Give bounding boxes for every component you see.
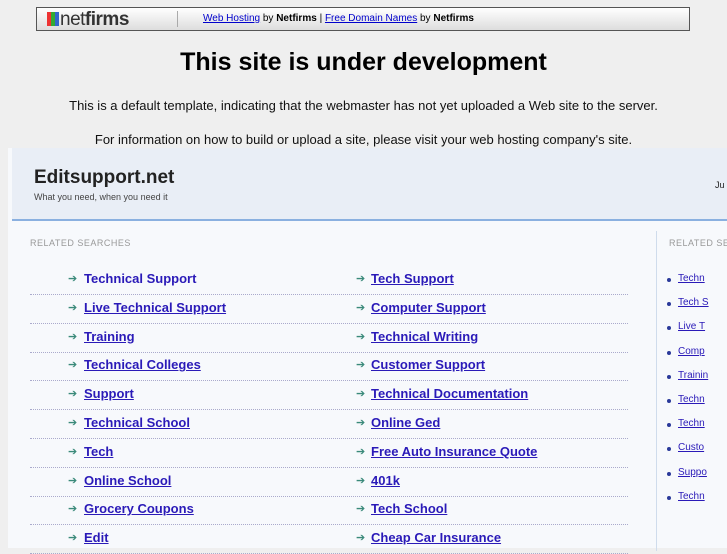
arrow-icon: ➔ bbox=[356, 388, 366, 401]
related-link[interactable]: Tech bbox=[84, 444, 113, 459]
column-divider bbox=[656, 231, 657, 551]
list-item: ➔ Tech ➔ Free Auto Insurance Quote bbox=[30, 439, 628, 468]
page-title: This site is under development bbox=[180, 48, 547, 76]
free-domain-names-link[interactable]: Free Domain Names bbox=[325, 13, 417, 24]
related-link[interactable]: Cheap Car Insurance bbox=[371, 530, 501, 545]
arrow-icon: ➔ bbox=[356, 301, 366, 314]
side-related-link[interactable]: Tech S bbox=[678, 297, 709, 308]
site-name[interactable]: Editsupport.net bbox=[34, 167, 174, 189]
arrow-icon: ➔ bbox=[356, 330, 366, 343]
related-searches-label-right: RELATED SE bbox=[669, 238, 727, 248]
side-related-link[interactable]: Techn bbox=[678, 491, 705, 502]
related-link[interactable]: Technical School bbox=[84, 415, 190, 430]
arrow-icon: ➔ bbox=[68, 417, 78, 429]
brand-text: Netfirms bbox=[433, 13, 474, 24]
list-item: ➔ Grocery Coupons ➔ Tech School bbox=[30, 496, 628, 526]
related-searches-label: RELATED SEARCHES bbox=[30, 238, 131, 248]
bullet-icon bbox=[667, 423, 671, 428]
arrow-icon: ➔ bbox=[68, 388, 78, 401]
by-text: by bbox=[262, 13, 274, 24]
arrow-icon: ➔ bbox=[68, 359, 78, 372]
related-link[interactable]: Live Technical Support bbox=[84, 300, 226, 315]
list-item: ➔ Edit ➔ Cheap Car Insurance bbox=[30, 525, 628, 554]
related-link[interactable]: Online School bbox=[84, 473, 171, 488]
related-link[interactable]: Computer Support bbox=[371, 300, 486, 315]
divider bbox=[177, 11, 178, 27]
arrow-icon: ➔ bbox=[68, 503, 78, 516]
related-link[interactable]: Free Auto Insurance Quote bbox=[371, 444, 537, 459]
list-item: ➔ Live Technical Support ➔ Computer Supp… bbox=[30, 295, 628, 324]
arrow-icon: ➔ bbox=[356, 503, 366, 516]
related-link[interactable]: Online Ged bbox=[371, 415, 440, 430]
netfirms-logo-icon bbox=[47, 12, 59, 26]
side-related-link[interactable]: Techn bbox=[678, 273, 705, 284]
arrow-icon: ➔ bbox=[356, 445, 366, 458]
side-related-link[interactable]: Trainin bbox=[678, 370, 708, 381]
arrow-icon: ➔ bbox=[68, 474, 78, 487]
related-link[interactable]: 401k bbox=[371, 473, 400, 488]
arrow-icon: ➔ bbox=[68, 273, 78, 285]
bullet-icon bbox=[667, 447, 671, 452]
list-item: ➔ Training ➔ Technical Writing bbox=[30, 324, 628, 353]
web-hosting-link[interactable]: Web Hosting bbox=[203, 13, 260, 24]
info-text-1: This is a default template, indicating t… bbox=[69, 98, 658, 113]
bullet-icon bbox=[667, 399, 671, 403]
arrow-icon: ➔ bbox=[356, 532, 366, 545]
related-link[interactable]: Training bbox=[84, 329, 135, 344]
side-related-link[interactable]: Suppo bbox=[678, 467, 707, 478]
list-item: ➔ Support ➔ Technical Documentation bbox=[30, 381, 628, 411]
arrow-icon: ➔ bbox=[356, 474, 366, 487]
header-right-text: Ju bbox=[715, 180, 725, 190]
arrow-icon: ➔ bbox=[68, 532, 78, 545]
parked-page: Editsupport.net What you need, when you … bbox=[8, 148, 727, 554]
bullet-icon bbox=[667, 374, 671, 379]
arrow-icon: ➔ bbox=[68, 330, 78, 343]
arrow-icon: ➔ bbox=[356, 273, 366, 285]
list-item: ➔ Technical Colleges ➔ Customer Support bbox=[30, 352, 628, 382]
related-link[interactable]: Tech Support bbox=[371, 271, 454, 286]
pipe: | bbox=[319, 13, 323, 24]
side-related-link[interactable]: Live T bbox=[678, 321, 705, 332]
related-link[interactable]: Technical Documentation bbox=[371, 386, 528, 401]
list-item: ➔ Technical School ➔ Online Ged bbox=[30, 410, 628, 439]
arrow-icon: ➔ bbox=[68, 301, 78, 314]
related-link[interactable]: Support bbox=[84, 386, 134, 401]
related-link[interactable]: Edit bbox=[84, 530, 109, 545]
related-link[interactable]: Tech School bbox=[371, 501, 447, 516]
list-item: ➔ Online School ➔ 401k bbox=[30, 468, 628, 497]
bullet-icon bbox=[667, 495, 671, 500]
arrow-icon: ➔ bbox=[356, 359, 366, 372]
related-link[interactable]: Grocery Coupons bbox=[84, 501, 194, 516]
bullet-icon bbox=[667, 471, 671, 476]
list-item: ➔ Technical Support ➔ Tech Support bbox=[30, 266, 628, 295]
bullet-icon bbox=[667, 326, 671, 331]
netfirms-banner: netfirms Web Hosting by Netfirms | Free … bbox=[36, 7, 690, 31]
side-related-link[interactable]: Comp bbox=[678, 346, 705, 357]
bullet-icon bbox=[667, 350, 671, 355]
bullet-icon bbox=[667, 278, 671, 282]
arrow-icon: ➔ bbox=[356, 417, 366, 429]
related-link[interactable]: Technical Writing bbox=[371, 329, 478, 344]
site-tagline: What you need, when you need it bbox=[34, 192, 168, 202]
related-link[interactable]: Technical Colleges bbox=[84, 357, 201, 372]
bullet-icon bbox=[667, 302, 671, 307]
related-link[interactable]: Customer Support bbox=[371, 357, 485, 372]
arrow-icon: ➔ bbox=[68, 445, 78, 458]
side-related-link[interactable]: Techn bbox=[678, 418, 705, 429]
side-related-link[interactable]: Custo bbox=[678, 442, 704, 453]
info-text-2: For information on how to build or uploa… bbox=[94, 132, 633, 147]
banner-links: Web Hosting by Netfirms | Free Domain Na… bbox=[203, 13, 474, 24]
related-link[interactable]: Technical Support bbox=[84, 271, 196, 286]
site-header: Editsupport.net What you need, when you … bbox=[12, 148, 727, 221]
side-related-link[interactable]: Techn bbox=[678, 394, 705, 405]
netfirms-logo[interactable]: netfirms bbox=[47, 9, 129, 31]
by-text: by bbox=[420, 13, 431, 24]
brand-text: Netfirms bbox=[276, 13, 317, 24]
